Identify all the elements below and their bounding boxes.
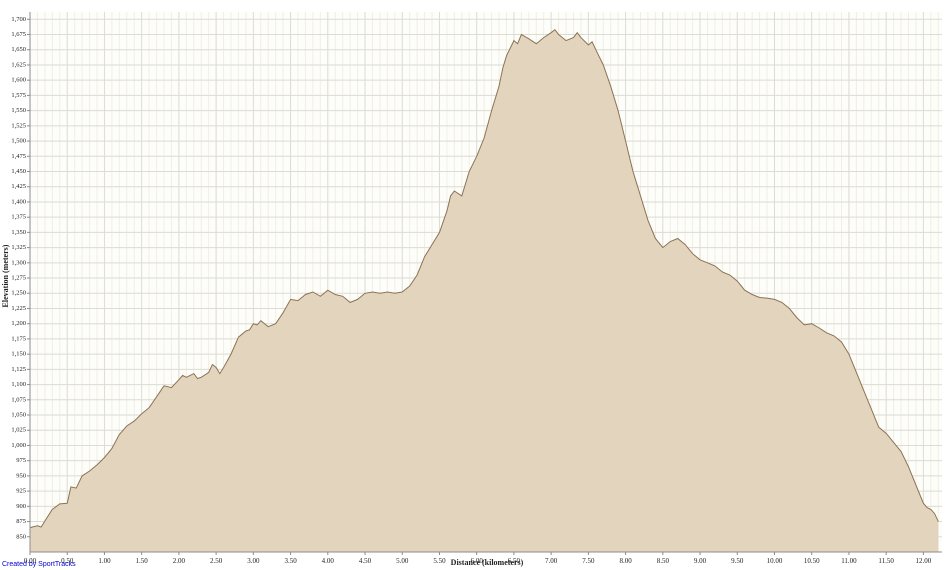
- x-tick-label: 7.50: [582, 557, 595, 565]
- x-tick-label: 4.50: [359, 557, 372, 565]
- y-tick-label: 1,275: [11, 275, 26, 282]
- y-tick-label: 1,550: [11, 107, 26, 114]
- y-tick-label: 875: [16, 518, 26, 525]
- y-tick-label: 1,475: [11, 153, 26, 160]
- y-tick-label: 1,425: [11, 183, 26, 190]
- y-axis-label: Elevation (meters): [1, 244, 10, 307]
- y-tick-label: 1,350: [11, 229, 26, 236]
- x-tick-label: 10.50: [804, 557, 820, 565]
- y-tick-label: 1,625: [11, 61, 26, 68]
- y-tick-label: 850: [16, 533, 26, 540]
- y-tick-label: 1,125: [11, 366, 26, 373]
- y-tick-label: 1,575: [11, 92, 26, 99]
- x-tick-label: 8.00: [619, 557, 632, 565]
- x-tick-label: 5.50: [433, 557, 446, 565]
- x-tick-label: 7.00: [545, 557, 558, 565]
- y-tick-label: 1,200: [11, 320, 26, 327]
- x-tick-label: 8.50: [657, 557, 670, 565]
- y-tick-label: 1,325: [11, 244, 26, 251]
- y-tick-label: 1,025: [11, 427, 26, 434]
- created-by-link[interactable]: Created by SportTracks: [2, 561, 76, 568]
- x-tick-label: 5.00: [396, 557, 409, 565]
- y-tick-label: 1,225: [11, 305, 26, 312]
- y-tick-label: 1,150: [11, 351, 26, 358]
- x-tick-label: 3.50: [284, 557, 297, 565]
- y-tick-label: 1,000: [11, 442, 26, 449]
- y-tick-label: 1,050: [11, 412, 26, 419]
- y-tick-label: 1,100: [11, 381, 26, 388]
- y-tick-label: 1,300: [11, 259, 26, 266]
- y-tick-label: 1,600: [11, 77, 26, 84]
- x-tick-label: 2.50: [210, 557, 223, 565]
- y-tick-label: 1,075: [11, 396, 26, 403]
- y-tick-label: 1,525: [11, 122, 26, 129]
- y-tick-label: 975: [16, 457, 26, 464]
- x-tick-label: 2.00: [173, 557, 186, 565]
- y-tick-label: 1,175: [11, 335, 26, 342]
- y-tick-label: 900: [16, 503, 26, 510]
- y-tick-label: 925: [16, 488, 26, 495]
- x-tick-label: 1.50: [136, 557, 149, 565]
- x-tick-label: 1.00: [98, 557, 111, 565]
- x-tick-label: 12.00: [916, 557, 932, 565]
- x-axis-label: Distance (kilometers): [451, 558, 524, 567]
- elevation-profile-svg: 0.00 0.50 1.00 1.50 2.00 2.50 3.00 3.50 4.00 4.50…: [0, 0, 950, 570]
- y-tick-label: 1,375: [11, 214, 26, 221]
- x-tick-label: 4.00: [322, 557, 335, 565]
- x-tick-label: 3.00: [247, 557, 260, 565]
- y-tick-label: 1,675: [11, 31, 26, 38]
- x-tick-label: 11.50: [878, 557, 894, 565]
- y-tick-label: 1,700: [11, 16, 26, 23]
- x-tick-label: 9.00: [694, 557, 707, 565]
- y-tick-label: 1,650: [11, 46, 26, 53]
- y-tick-label: 1,450: [11, 168, 26, 175]
- x-tick-label: 10.00: [767, 557, 783, 565]
- elevation-chart: 0.00 0.50 1.00 1.50 2.00 2.50 3.00 3.50 4.00 4.50…: [0, 0, 950, 570]
- y-tick-label: 1,500: [11, 138, 26, 145]
- y-tick-label: 1,250: [11, 290, 26, 297]
- y-tick-label: 950: [16, 472, 26, 479]
- y-tick-label: 1,400: [11, 198, 26, 205]
- x-tick-label: 9.50: [731, 557, 744, 565]
- x-tick-label: 11.00: [841, 557, 857, 565]
